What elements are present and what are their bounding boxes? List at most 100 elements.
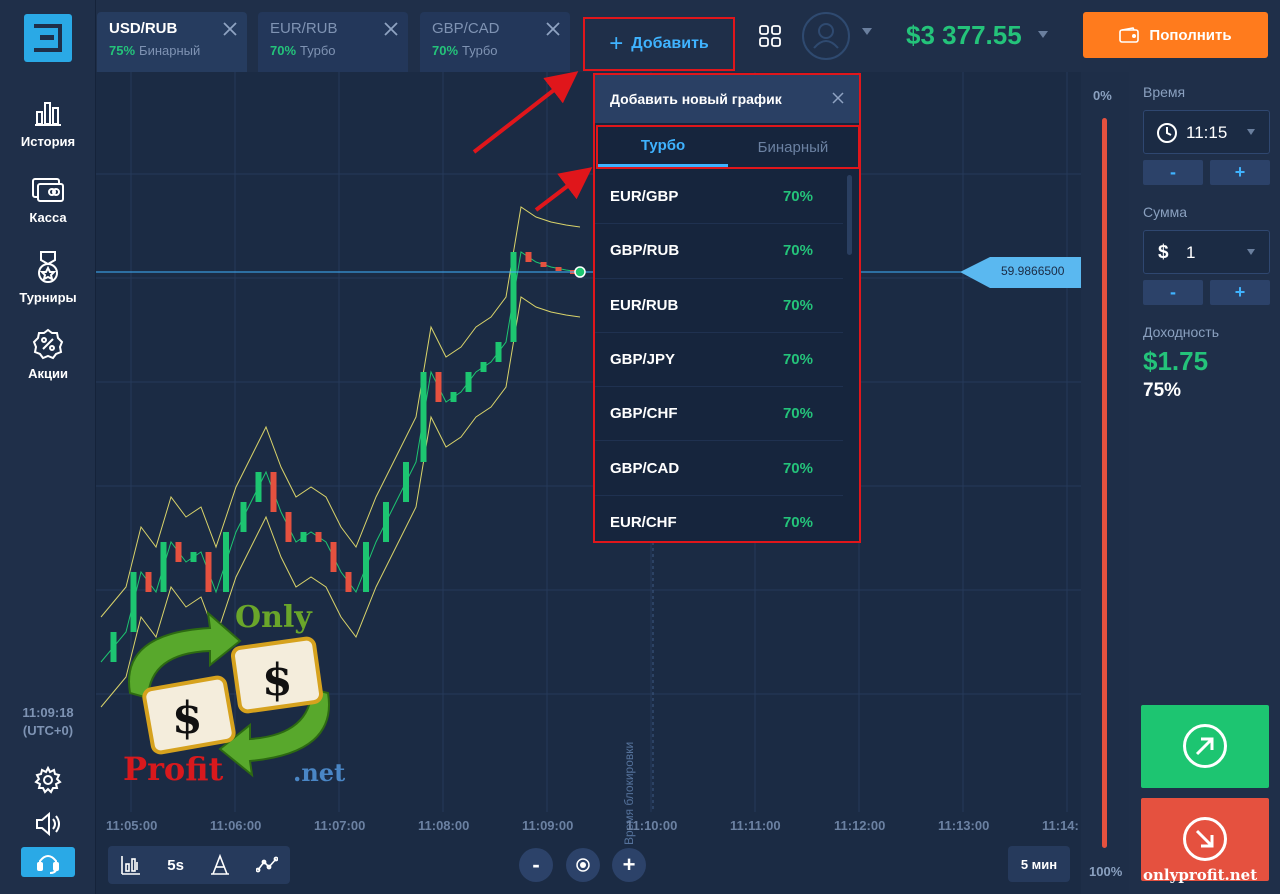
upper-band-line xyxy=(100,206,581,618)
asset-tab-usdrub[interactable]: USD/RUB 75% Бинарный xyxy=(97,12,247,72)
amount-decrease-button[interactable]: - xyxy=(1143,280,1203,305)
candle xyxy=(240,502,247,532)
time-increase-button[interactable]: + xyxy=(1210,160,1270,185)
zoom-in-button[interactable]: + xyxy=(612,848,646,882)
candle xyxy=(510,252,517,342)
add-chart-button[interactable]: + Добавить xyxy=(583,17,735,71)
time-axis-tick: 11:11:00 xyxy=(730,818,781,833)
watermark-profit: Profit xyxy=(123,750,224,788)
candle xyxy=(330,542,337,572)
tab-turbo[interactable]: Турбо xyxy=(598,127,728,167)
layout-grid-icon[interactable] xyxy=(758,24,782,48)
asset-tab-eurrub[interactable]: EUR/RUB 70% Турбо xyxy=(258,12,408,72)
call-up-button[interactable] xyxy=(1141,705,1269,788)
asset-row[interactable]: GBP/CHF 70% xyxy=(595,387,843,442)
clock-time: 11:09:18 xyxy=(22,705,74,720)
support-button[interactable] xyxy=(21,847,75,877)
chart-type-icon[interactable] xyxy=(120,854,142,876)
sidebar-item-history[interactable]: История xyxy=(0,98,96,162)
candle xyxy=(270,472,277,512)
add-chart-label: Добавить xyxy=(631,35,709,52)
dropdown-header: Добавить новый график xyxy=(595,75,859,123)
wallet-icon xyxy=(1119,27,1140,43)
annotation-arrows xyxy=(472,71,593,212)
sidebar-item-promotions[interactable]: Акции xyxy=(0,328,96,392)
app-logo[interactable] xyxy=(24,14,72,62)
watermark-site: onlyprofit.net xyxy=(1143,866,1258,884)
time-axis-tick: 11:12:00 xyxy=(834,818,886,833)
interval-button[interactable]: 5 мин xyxy=(1008,846,1070,882)
amount-select[interactable]: $ 1 xyxy=(1143,230,1270,274)
account-balance[interactable]: $3 377.55 xyxy=(906,20,1022,51)
tab-pair: USD/RUB xyxy=(109,20,178,37)
asset-row[interactable]: EUR/RUB 70% xyxy=(595,279,843,333)
close-icon[interactable] xyxy=(223,22,237,36)
tab-kind: Турбо xyxy=(462,43,498,58)
expiry-time-value: 11:15 xyxy=(1186,123,1228,142)
indicators-icon[interactable] xyxy=(255,854,278,876)
tab-percent: 70% xyxy=(270,43,297,58)
time-axis-tick: 11:14: xyxy=(1042,818,1079,833)
asset-row[interactable]: GBP/RUB 70% xyxy=(595,224,843,279)
chevron-down-icon[interactable] xyxy=(862,28,872,35)
sidebar-item-tournaments[interactable]: Турниры xyxy=(0,250,96,314)
time-label: Время xyxy=(1143,84,1186,100)
sentiment-bottom-label: 100% xyxy=(1089,864,1123,879)
dropdown-tabs: Турбо Бинарный xyxy=(596,125,860,169)
time-decrease-button[interactable]: - xyxy=(1143,160,1203,185)
close-icon[interactable] xyxy=(832,92,844,104)
sidebar-item-cashier[interactable]: Касса xyxy=(0,176,96,240)
tab-kind: Бинарный xyxy=(139,43,201,58)
svg-text:$: $ xyxy=(262,655,293,706)
candle xyxy=(223,532,229,592)
speaker-icon[interactable] xyxy=(34,810,62,838)
asset-row[interactable]: GBP/CAD 70% xyxy=(595,441,843,496)
yield-label: Доходность xyxy=(1143,324,1219,340)
candle xyxy=(205,552,212,592)
asset-row[interactable]: GBP/JPY 70% xyxy=(595,333,843,388)
plus-icon: + xyxy=(609,30,624,57)
asset-row[interactable]: EUR/GBP 70% xyxy=(595,170,843,225)
time-axis-tick: 11:05:00 xyxy=(106,818,158,833)
expiry-time-select[interactable]: 11:15 xyxy=(1143,110,1270,154)
candle xyxy=(383,502,389,542)
dropdown-scrollbar[interactable] xyxy=(847,175,852,255)
amount-increase-button[interactable]: + xyxy=(1210,280,1270,305)
asset-list: EUR/GBP 70% GBP/RUB 70% EUR/RUB 70% GBP/JPY… xyxy=(595,170,859,541)
drawing-tools-icon[interactable] xyxy=(209,854,231,876)
amount-value[interactable]: 1 xyxy=(1186,243,1195,263)
time-axis-tick: 11:13:00 xyxy=(938,818,990,833)
avatar[interactable] xyxy=(802,12,850,60)
percent-badge-icon xyxy=(32,328,64,360)
payout-amount: $1.75 xyxy=(1143,346,1209,376)
close-icon[interactable] xyxy=(546,22,560,36)
tab-binary[interactable]: Бинарный xyxy=(728,127,858,167)
time-axis-tick: 11:08:00 xyxy=(418,818,470,833)
candle xyxy=(285,512,292,542)
zoom-reset-button[interactable] xyxy=(566,848,600,882)
timeframe-button[interactable]: 5s xyxy=(167,857,184,874)
user-icon xyxy=(813,23,839,49)
tab-pair: GBP/CAD xyxy=(432,20,500,37)
clock-icon xyxy=(1157,123,1177,143)
chevron-down-icon xyxy=(1247,249,1255,255)
chevron-down-icon[interactable] xyxy=(1038,31,1048,38)
current-price-value: 59.9866500 xyxy=(1001,264,1065,278)
candle xyxy=(540,262,547,267)
candle xyxy=(315,532,322,542)
tab-pair: EUR/RUB xyxy=(270,20,338,37)
moving-average-line xyxy=(100,251,581,663)
dropdown-title: Добавить новый график xyxy=(610,91,782,107)
chevron-down-icon xyxy=(1247,129,1255,135)
current-price-marker xyxy=(574,266,586,278)
gear-icon[interactable] xyxy=(34,766,62,794)
close-icon[interactable] xyxy=(384,22,398,36)
zoom-out-button[interactable]: - xyxy=(519,848,553,882)
sidebar-item-label: Турниры xyxy=(19,290,77,305)
asset-row[interactable]: EUR/CHF 70% xyxy=(595,496,843,541)
deposit-button[interactable]: Пополнить xyxy=(1083,12,1268,58)
arrow-up-right-icon xyxy=(1195,737,1214,756)
add-chart-dropdown: Добавить новый график Турбо Бинарный EUR… xyxy=(593,73,861,543)
tab-kind: Турбо xyxy=(300,43,336,58)
candle xyxy=(420,372,427,462)
